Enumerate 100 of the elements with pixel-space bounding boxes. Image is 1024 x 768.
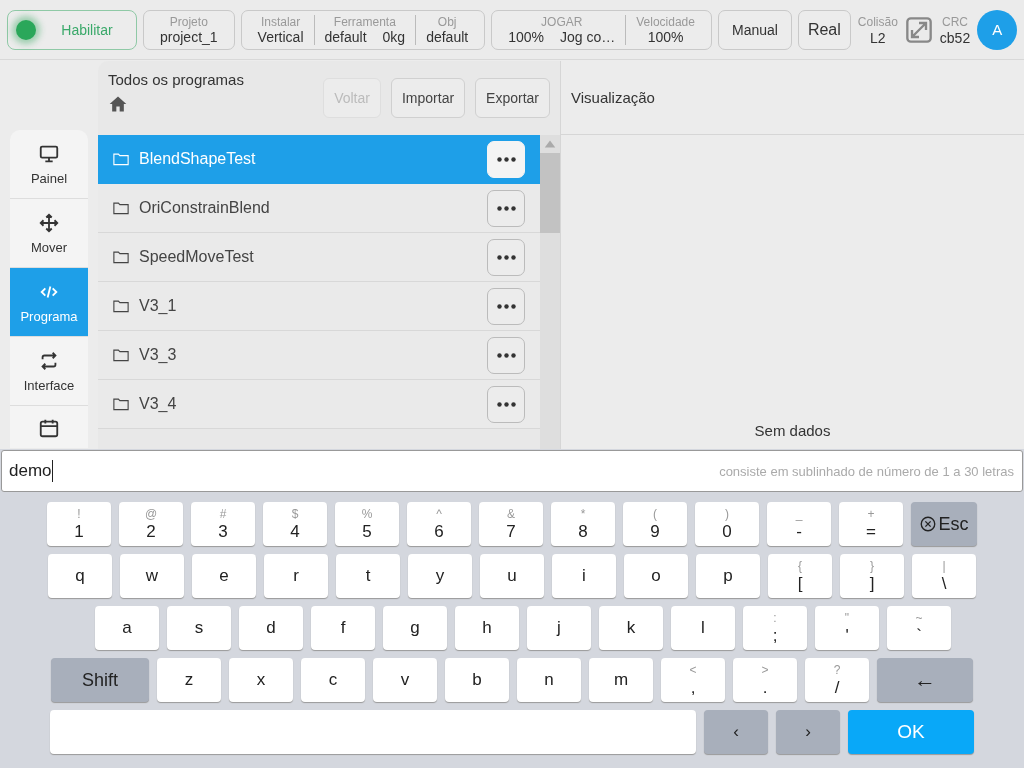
keyboard-key[interactable]: b	[445, 658, 509, 702]
shift-symbol: #	[219, 507, 227, 520]
keyboard-key[interactable]: $ 4	[263, 502, 327, 546]
shift-symbol: $	[291, 507, 299, 520]
keyboard-key[interactable]: p	[696, 554, 760, 598]
status-panel[interactable]: Instalar Vertical Ferramenta default 0kg Obj default	[240, 9, 486, 50]
backspace-key[interactable]: ←	[877, 658, 973, 702]
field-label: Instalar	[260, 14, 301, 30]
sidebar-item[interactable]: Interface	[10, 337, 88, 406]
arrow-key[interactable]: ‹	[704, 710, 768, 754]
field-value: 100%	[647, 29, 684, 45]
key-label: 9	[650, 522, 660, 541]
key-label: 7	[506, 522, 516, 541]
keyboard-key[interactable]: & 7	[479, 502, 543, 546]
keyboard-key[interactable]: k	[599, 606, 663, 650]
more-button[interactable]	[487, 287, 525, 325]
keyboard-key[interactable]: s	[167, 606, 231, 650]
keyboard-key[interactable]: ? /	[805, 658, 869, 702]
keyboard-key[interactable]: ( 9	[623, 502, 687, 546]
keyboard-key[interactable]: > .	[733, 658, 797, 702]
key-label: `	[916, 626, 922, 645]
keyboard-key[interactable]: + =	[839, 502, 903, 546]
keyboard-key[interactable]: # 3	[191, 502, 255, 546]
keyboard-key[interactable]: @ 2	[119, 502, 183, 546]
mode-button[interactable]: Manual	[717, 9, 792, 50]
keyboard-key[interactable]: y	[408, 554, 472, 598]
field-value: project_1	[160, 29, 218, 45]
shift-symbol: %	[361, 507, 373, 520]
more-icon	[496, 205, 516, 211]
more-button[interactable]	[487, 189, 525, 227]
more-button[interactable]	[487, 385, 525, 423]
field-label: Colisão	[857, 13, 898, 30]
shift-symbol: +	[867, 507, 875, 520]
keyboard-key[interactable]: u	[480, 554, 544, 598]
keyboard-key[interactable]: * 8	[551, 502, 615, 546]
keyboard-key[interactable]: v	[373, 658, 437, 702]
field-label: Velocidade	[636, 14, 695, 30]
sidebar-item[interactable]: Painel	[10, 130, 88, 199]
more-icon	[496, 352, 516, 358]
shift-key[interactable]: Shift	[51, 658, 149, 702]
keyboard-key[interactable]: ~ `	[887, 606, 951, 650]
keyboard-key[interactable]: c	[301, 658, 365, 702]
keyboard-key[interactable]: x	[229, 658, 293, 702]
key-label: '	[845, 626, 849, 645]
status-panel[interactable]: Projeto project_1	[143, 9, 235, 50]
keyboard-key[interactable]: t	[336, 554, 400, 598]
keyboard-key[interactable]: < ,	[661, 658, 725, 702]
more-icon	[496, 303, 516, 309]
panel-title: Visualização	[561, 61, 1024, 135]
keyboard-key[interactable]: q	[48, 554, 112, 598]
keyboard-key[interactable]: z	[157, 658, 221, 702]
keyboard-key[interactable]: e	[192, 554, 256, 598]
shift-symbol: )	[725, 507, 729, 520]
keyboard-key[interactable]: m	[589, 658, 653, 702]
more-icon	[496, 401, 516, 407]
keyboard-key[interactable]: ! 1	[47, 502, 111, 546]
escape-key[interactable]: Esc	[911, 502, 977, 546]
keyboard-key[interactable]: g	[383, 606, 447, 650]
keyboard-key[interactable]: j	[527, 606, 591, 650]
folder-icon	[112, 150, 130, 168]
more-button[interactable]	[487, 336, 525, 374]
field-value: L2	[870, 29, 886, 46]
keyboard-key[interactable]: w	[120, 554, 184, 598]
status-panel[interactable]: JOGAR 100% Jog co… Velocidade 100%	[491, 9, 712, 50]
key-label: /	[834, 678, 840, 697]
keyboard-key[interactable]: o	[624, 554, 688, 598]
keyboard-key[interactable]: r	[264, 554, 328, 598]
toolbar-button[interactable]: Importar	[390, 78, 466, 118]
arrow-key[interactable]: ›	[776, 710, 840, 754]
keyboard-key[interactable]: a	[95, 606, 159, 650]
shift-symbol: {	[798, 559, 802, 572]
keyboard-key[interactable]: " '	[815, 606, 879, 650]
keyboard-key[interactable]: f	[311, 606, 375, 650]
empty-message: Sem dados	[754, 422, 831, 441]
toolbar-button[interactable]: Exportar	[475, 78, 550, 118]
keyboard-key[interactable]: h	[455, 606, 519, 650]
key-label: ]	[869, 574, 875, 593]
field-value: Jog co…	[560, 29, 616, 45]
folder-icon	[112, 199, 130, 217]
field-value: Vertical	[257, 29, 304, 45]
keyboard-key[interactable]: { [	[768, 554, 832, 598]
keyboard-key[interactable]: i	[552, 554, 616, 598]
more-button[interactable]	[487, 238, 525, 276]
keyboard-key[interactable]: l	[671, 606, 735, 650]
keyboard-key[interactable]: % 5	[335, 502, 399, 546]
keyboard-key[interactable]: ) 0	[695, 502, 759, 546]
keyboard-key[interactable]: ^ 6	[407, 502, 471, 546]
keyboard-key[interactable]: : ;	[743, 606, 807, 650]
scrollbar[interactable]	[540, 135, 560, 449]
input-field[interactable]: demo consiste em sublinhado de número de 1 a 30 letras	[1, 450, 1023, 492]
more-icon	[496, 156, 516, 162]
mode-button[interactable]: Real	[797, 9, 851, 50]
keyboard-key[interactable]: d	[239, 606, 303, 650]
scroll-thumb[interactable]	[540, 153, 560, 233]
keyboard-key[interactable]: n	[517, 658, 581, 702]
keyboard-key[interactable]: | \	[912, 554, 976, 598]
field-label: CRC	[942, 13, 968, 30]
keyboard-key[interactable]: } ]	[840, 554, 904, 598]
shift-symbol: <	[689, 663, 697, 676]
keyboard-key[interactable]: _ -	[767, 502, 831, 546]
